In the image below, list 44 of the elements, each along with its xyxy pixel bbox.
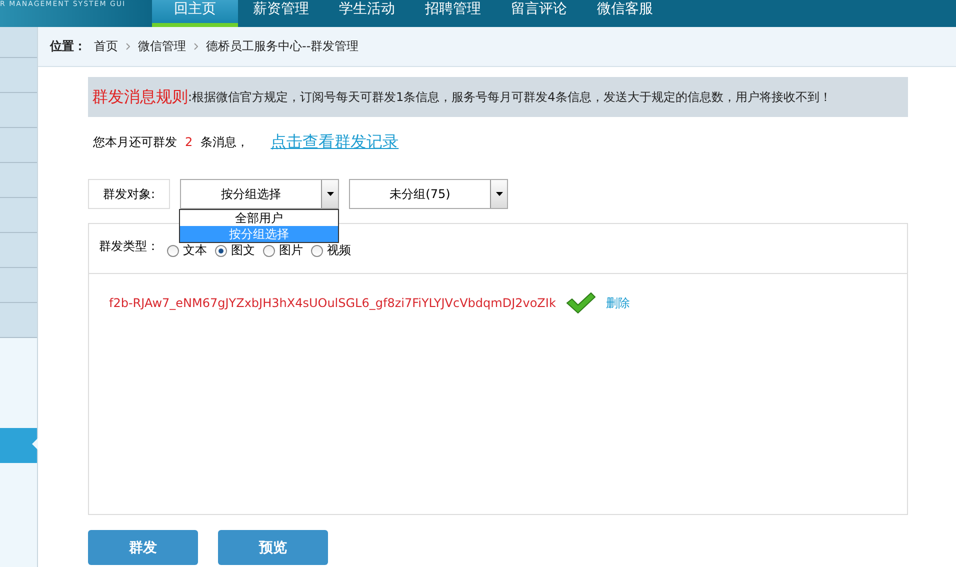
nav-tab[interactable]: 招聘管理 (410, 0, 496, 27)
nav-tab[interactable]: 回主页 (152, 0, 238, 27)
radio-button[interactable] (167, 244, 179, 256)
sidebar-item[interactable] (0, 93, 37, 128)
radio-button[interactable] (215, 244, 227, 256)
sidebar-item[interactable] (0, 303, 37, 338)
rule-text: :根据微信官方规定，订阅号每天可群发1条信息，服务号每月可群发4条信息，发送大于规定的信息数，用户将接收不到！ (188, 88, 832, 106)
action-button[interactable]: 预览 (218, 530, 328, 565)
nav-tab[interactable]: 学生活动 (324, 0, 410, 27)
radio-label: 视频 (327, 242, 351, 259)
quota-count: 2 (184, 135, 194, 149)
breadcrumb-label: 位置： (50, 38, 86, 55)
action-button[interactable]: 群发 (88, 530, 198, 565)
sidebar-item[interactable] (0, 128, 37, 163)
radio-label: 图片 (279, 242, 303, 259)
quota-text: 条消息， (200, 134, 249, 150)
breadcrumb-link[interactable]: 微信管理 (138, 38, 186, 55)
radio-label: 图文 (231, 242, 255, 259)
radio-button[interactable] (263, 244, 275, 256)
rule-title: 群发消息规则 (92, 86, 188, 108)
quota-text: 您本月还可群发 (93, 134, 177, 150)
sidebar-item[interactable] (0, 163, 37, 198)
sidebar-item[interactable] (0, 268, 37, 303)
breadcrumb-link[interactable]: 德桥员工服务中心--群发管理 (206, 38, 359, 55)
checkmark-icon (566, 292, 596, 314)
breadcrumb-link[interactable]: 首页 (94, 38, 118, 55)
nav-tab[interactable]: 薪资管理 (238, 0, 324, 27)
caret-icon (326, 192, 334, 196)
caret-icon (496, 192, 502, 196)
nav-tab[interactable]: 留言评论 (496, 0, 582, 27)
sidebar-item[interactable] (0, 58, 37, 93)
type-label: 群发类型： (99, 238, 159, 255)
sidebar-item[interactable] (0, 233, 37, 268)
chevron-icon (194, 43, 198, 50)
radio-button[interactable] (311, 244, 323, 256)
nav-tab[interactable]: 微信客服 (582, 0, 668, 27)
sidebar-item[interactable] (0, 428, 37, 463)
target-select[interactable]: 按分组选择 (180, 179, 339, 209)
group-select[interactable]: 未分组(75) (349, 179, 508, 209)
chevron-icon (126, 43, 130, 50)
media-id: f2b-RJAw7_eNM67gJYZxbJH3hX4sUOulSGL6_gf8zi7FiYLYJVcVbdqmDJ2voZIk (109, 296, 556, 310)
sidebar-item[interactable] (0, 198, 37, 233)
target-label: 群发对象: (88, 179, 170, 209)
radio-label: 文本 (183, 242, 207, 259)
